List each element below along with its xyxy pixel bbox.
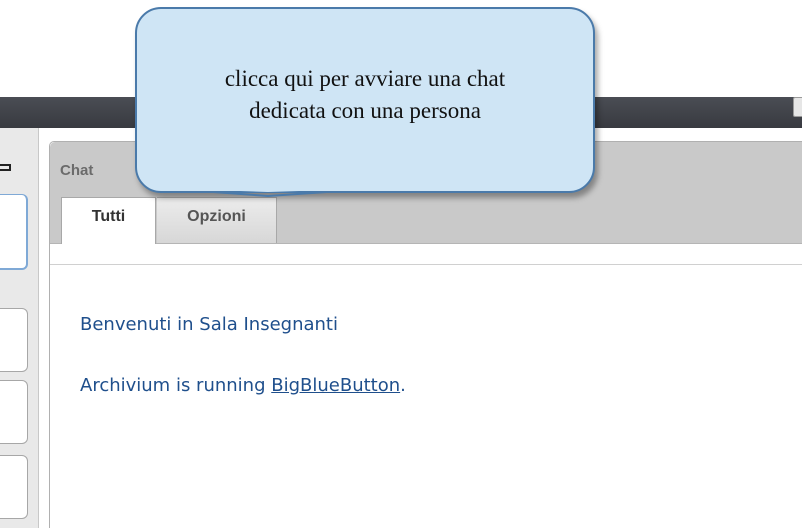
sidebar-button-selected[interactable] bbox=[0, 194, 28, 270]
running-message: Archivium is running BigBlueButton. bbox=[80, 375, 406, 396]
running-message-prefix: Archivium is running bbox=[80, 375, 272, 396]
maximize-icon[interactable] bbox=[0, 164, 11, 171]
sidebar-button[interactable] bbox=[0, 380, 28, 444]
welcome-message: Benvenuti in Sala Insegnanti bbox=[80, 314, 338, 335]
sidebar-button[interactable] bbox=[0, 455, 28, 519]
chat-panel: Chat Tutti Opzioni Benvenuti in Sala Ins… bbox=[49, 141, 802, 528]
running-message-suffix: . bbox=[400, 375, 406, 396]
sidebar-button[interactable] bbox=[0, 308, 28, 372]
callout-text: clicca qui per avviare una chat dedicata… bbox=[137, 63, 593, 127]
callout-line-1: clicca qui per avviare una chat bbox=[224, 66, 506, 91]
chat-title: Chat bbox=[60, 162, 94, 179]
tab-all[interactable]: Tutti bbox=[61, 197, 156, 244]
screen: Chat Tutti Opzioni Benvenuti in Sala Ins… bbox=[0, 0, 802, 528]
bigbluebutton-link[interactable]: BigBlueButton bbox=[271, 375, 400, 396]
tab-options[interactable]: Opzioni bbox=[157, 197, 277, 243]
callout-tooltip: clicca qui per avviare una chat dedicata… bbox=[135, 7, 595, 193]
chat-messages: Benvenuti in Sala Insegnanti Archivium i… bbox=[50, 264, 802, 528]
toolbar-edge-button[interactable] bbox=[793, 97, 802, 117]
callout-line-2: dedicata con una persona bbox=[249, 98, 481, 123]
